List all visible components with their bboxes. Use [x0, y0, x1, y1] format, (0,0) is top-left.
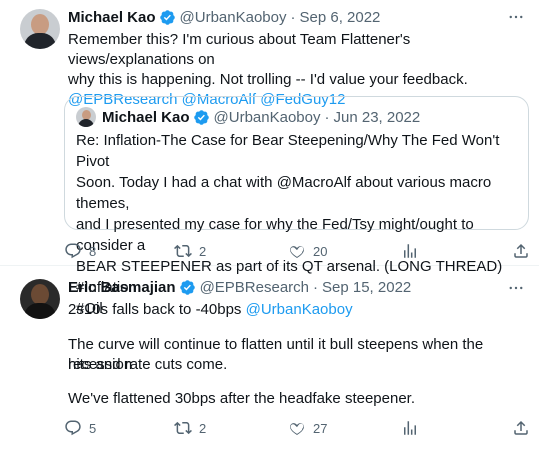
- like-count: 20: [313, 243, 328, 259]
- retweet-count: 2: [199, 243, 207, 259]
- views-icon: [401, 242, 426, 260]
- retweet-icon: [174, 419, 199, 437]
- mention-link[interactable]: @UrbanKaoboy: [246, 301, 353, 318]
- avatar[interactable]: [20, 9, 60, 49]
- tweet-text-line: Remember this? I'm curious about Team Fl…: [68, 31, 411, 68]
- views-button[interactable]: [401, 418, 426, 438]
- like-button[interactable]: 20: [288, 241, 327, 261]
- author-name[interactable]: Eric Basmajian: [68, 279, 176, 296]
- quoted-text-line: Re: Inflation-The Case for Bear Steepeni…: [76, 132, 500, 170]
- retweet-count: 2: [199, 420, 207, 436]
- like-count: 27: [313, 420, 328, 436]
- share-icon: [512, 419, 537, 437]
- tweet-header: Eric Basmajian @EPBResearch · Sep 15, 20…: [68, 277, 411, 297]
- retweet-button[interactable]: 2: [174, 418, 206, 438]
- reply-icon: [64, 242, 89, 260]
- tweet-text-line: hits and rate cuts come.: [68, 356, 228, 373]
- reply-button[interactable]: 5: [64, 418, 96, 438]
- verified-badge-icon: [159, 9, 176, 26]
- heart-icon: [288, 242, 313, 260]
- reply-icon: [64, 419, 89, 437]
- tweet-date[interactable]: Sep 6, 2022: [300, 9, 381, 26]
- like-button[interactable]: 27: [288, 418, 327, 438]
- tweet-eric-basmajian[interactable]: Eric Basmajian @EPBResearch · Sep 15, 20…: [0, 267, 539, 454]
- author-handle[interactable]: @UrbanKaoboy: [180, 9, 287, 26]
- reply-count: 5: [89, 420, 97, 436]
- tweet-text-line: 2s10s falls back to -40bps @UrbanKaoboy: [68, 300, 525, 320]
- quoted-tweet-date: Jun 23, 2022: [333, 108, 421, 126]
- action-bar: 8 2 20: [64, 241, 530, 261]
- action-bar: 5 2 27: [64, 418, 530, 438]
- quoted-avatar: [76, 107, 96, 127]
- verified-badge-icon: [179, 279, 196, 296]
- author-handle[interactable]: @EPBResearch: [200, 279, 309, 296]
- quoted-text-line: Soon. Today I had a chat with @MacroAlf …: [76, 174, 492, 212]
- quoted-tweet-header: Michael Kao @UrbanKaoboy · Jun 23, 2022: [76, 107, 420, 127]
- share-icon: [512, 242, 537, 260]
- retweet-icon: [174, 242, 199, 260]
- verified-badge-icon: [193, 109, 210, 126]
- author-name[interactable]: Michael Kao: [68, 9, 156, 26]
- avatar[interactable]: [20, 279, 60, 319]
- views-button[interactable]: [401, 241, 426, 261]
- tweet-header: Michael Kao @UrbanKaoboy · Sep 6, 2022: [68, 7, 380, 27]
- heart-icon: [288, 419, 313, 437]
- reply-button[interactable]: 8: [64, 241, 96, 261]
- reply-count: 8: [89, 243, 97, 259]
- more-icon[interactable]: [507, 8, 525, 26]
- retweet-button[interactable]: 2: [174, 241, 206, 261]
- tweet-text-line: why this is happening. Not trolling -- I…: [68, 71, 468, 88]
- tweet-michael-kao[interactable]: Michael Kao @UrbanKaoboy · Sep 6, 2022 R…: [0, 0, 539, 317]
- quoted-author-name: Michael Kao: [102, 108, 190, 126]
- quoted-author-handle: @UrbanKaoboy: [213, 108, 321, 126]
- separator-dot: ·: [324, 108, 330, 126]
- share-button[interactable]: [512, 241, 537, 261]
- separator-dot: ·: [313, 278, 319, 296]
- tweet-text-prefix: 2s10s falls back to -40bps: [68, 301, 242, 318]
- views-icon: [401, 419, 426, 437]
- more-icon[interactable]: [507, 279, 525, 297]
- tweet-text-line: We've flattened 30bps after the headfake…: [68, 390, 415, 407]
- tweet-date[interactable]: Sep 15, 2022: [322, 279, 411, 296]
- quoted-tweet[interactable]: Michael Kao @UrbanKaoboy · Jun 23, 2022 …: [64, 96, 529, 317]
- share-button[interactable]: [512, 418, 537, 438]
- separator-dot: ·: [290, 8, 296, 26]
